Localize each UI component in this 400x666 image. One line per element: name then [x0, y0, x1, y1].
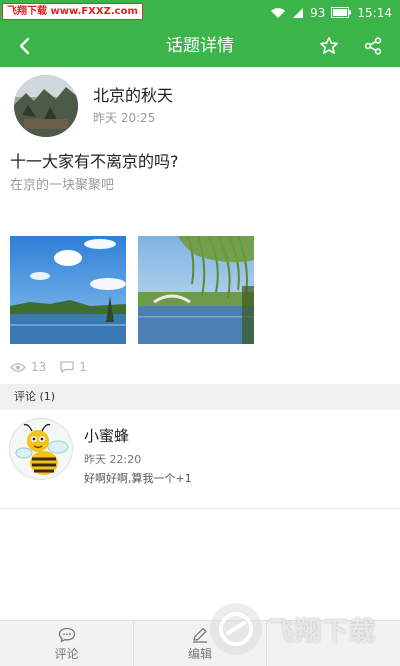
- comments-section-label: 评论 (1): [14, 390, 56, 403]
- views-count: 13: [31, 360, 47, 374]
- back-arrow-icon: [19, 37, 30, 55]
- watermark-text: 飞翔下载: [268, 616, 377, 647]
- edit-button-label: 编辑: [187, 646, 212, 661]
- eye-icon: [10, 362, 26, 372]
- comment-button-label: 评论: [54, 646, 79, 661]
- comment-text: 好啊好啊,算我一个+1: [84, 472, 192, 485]
- battery-level: 93: [310, 5, 326, 20]
- comments-count: 1: [79, 360, 87, 374]
- battery-icon: [331, 7, 352, 18]
- watermark-logo-icon: [210, 603, 262, 655]
- post-time: 昨天 20:25: [93, 111, 156, 125]
- status-bar: 飞翔下载 www.FXXZ.com 93 15:14: [0, 0, 400, 25]
- comment-time: 昨天 22:20: [84, 453, 142, 466]
- wifi-icon: [270, 7, 286, 19]
- watermark-badge: 飞翔下载 www.FXXZ.com: [2, 3, 143, 20]
- pencil-icon: [193, 627, 207, 643]
- post-author-name[interactable]: 北京的秋天: [93, 82, 173, 106]
- clock: 15:14: [357, 5, 392, 20]
- back-button[interactable]: [10, 31, 40, 61]
- post-title: 十一大家有不离京的吗?: [10, 152, 179, 171]
- comments-stat: 1: [60, 360, 87, 374]
- comment-author-name[interactable]: 小蜜蜂: [84, 425, 129, 446]
- views-stat: 13: [10, 360, 46, 374]
- comment-button[interactable]: 评论: [0, 621, 133, 666]
- post-stats: 13 1: [10, 360, 101, 374]
- post-author-avatar[interactable]: [14, 75, 78, 137]
- share-icon: [364, 37, 382, 55]
- comment-author-avatar[interactable]: [9, 418, 73, 480]
- post-body: 在京的一块聚聚吧: [10, 178, 115, 193]
- sky-and-lake-photo[interactable]: [10, 236, 126, 344]
- comment-icon: [60, 361, 74, 373]
- share-button[interactable]: [358, 31, 388, 61]
- willow-bridge-photo[interactable]: [138, 236, 254, 344]
- comments-section-header: 评论 (1): [0, 384, 400, 410]
- status-indicators: 93 15:14: [270, 0, 392, 25]
- signal-icon: [292, 7, 304, 19]
- app-bar: 话题详情: [0, 25, 400, 67]
- star-icon: [320, 37, 338, 54]
- comment-bubble-icon: [58, 627, 75, 643]
- divider: [0, 508, 400, 509]
- favorite-button[interactable]: [314, 31, 344, 61]
- watermark-overlay: 飞翔下载: [210, 600, 392, 658]
